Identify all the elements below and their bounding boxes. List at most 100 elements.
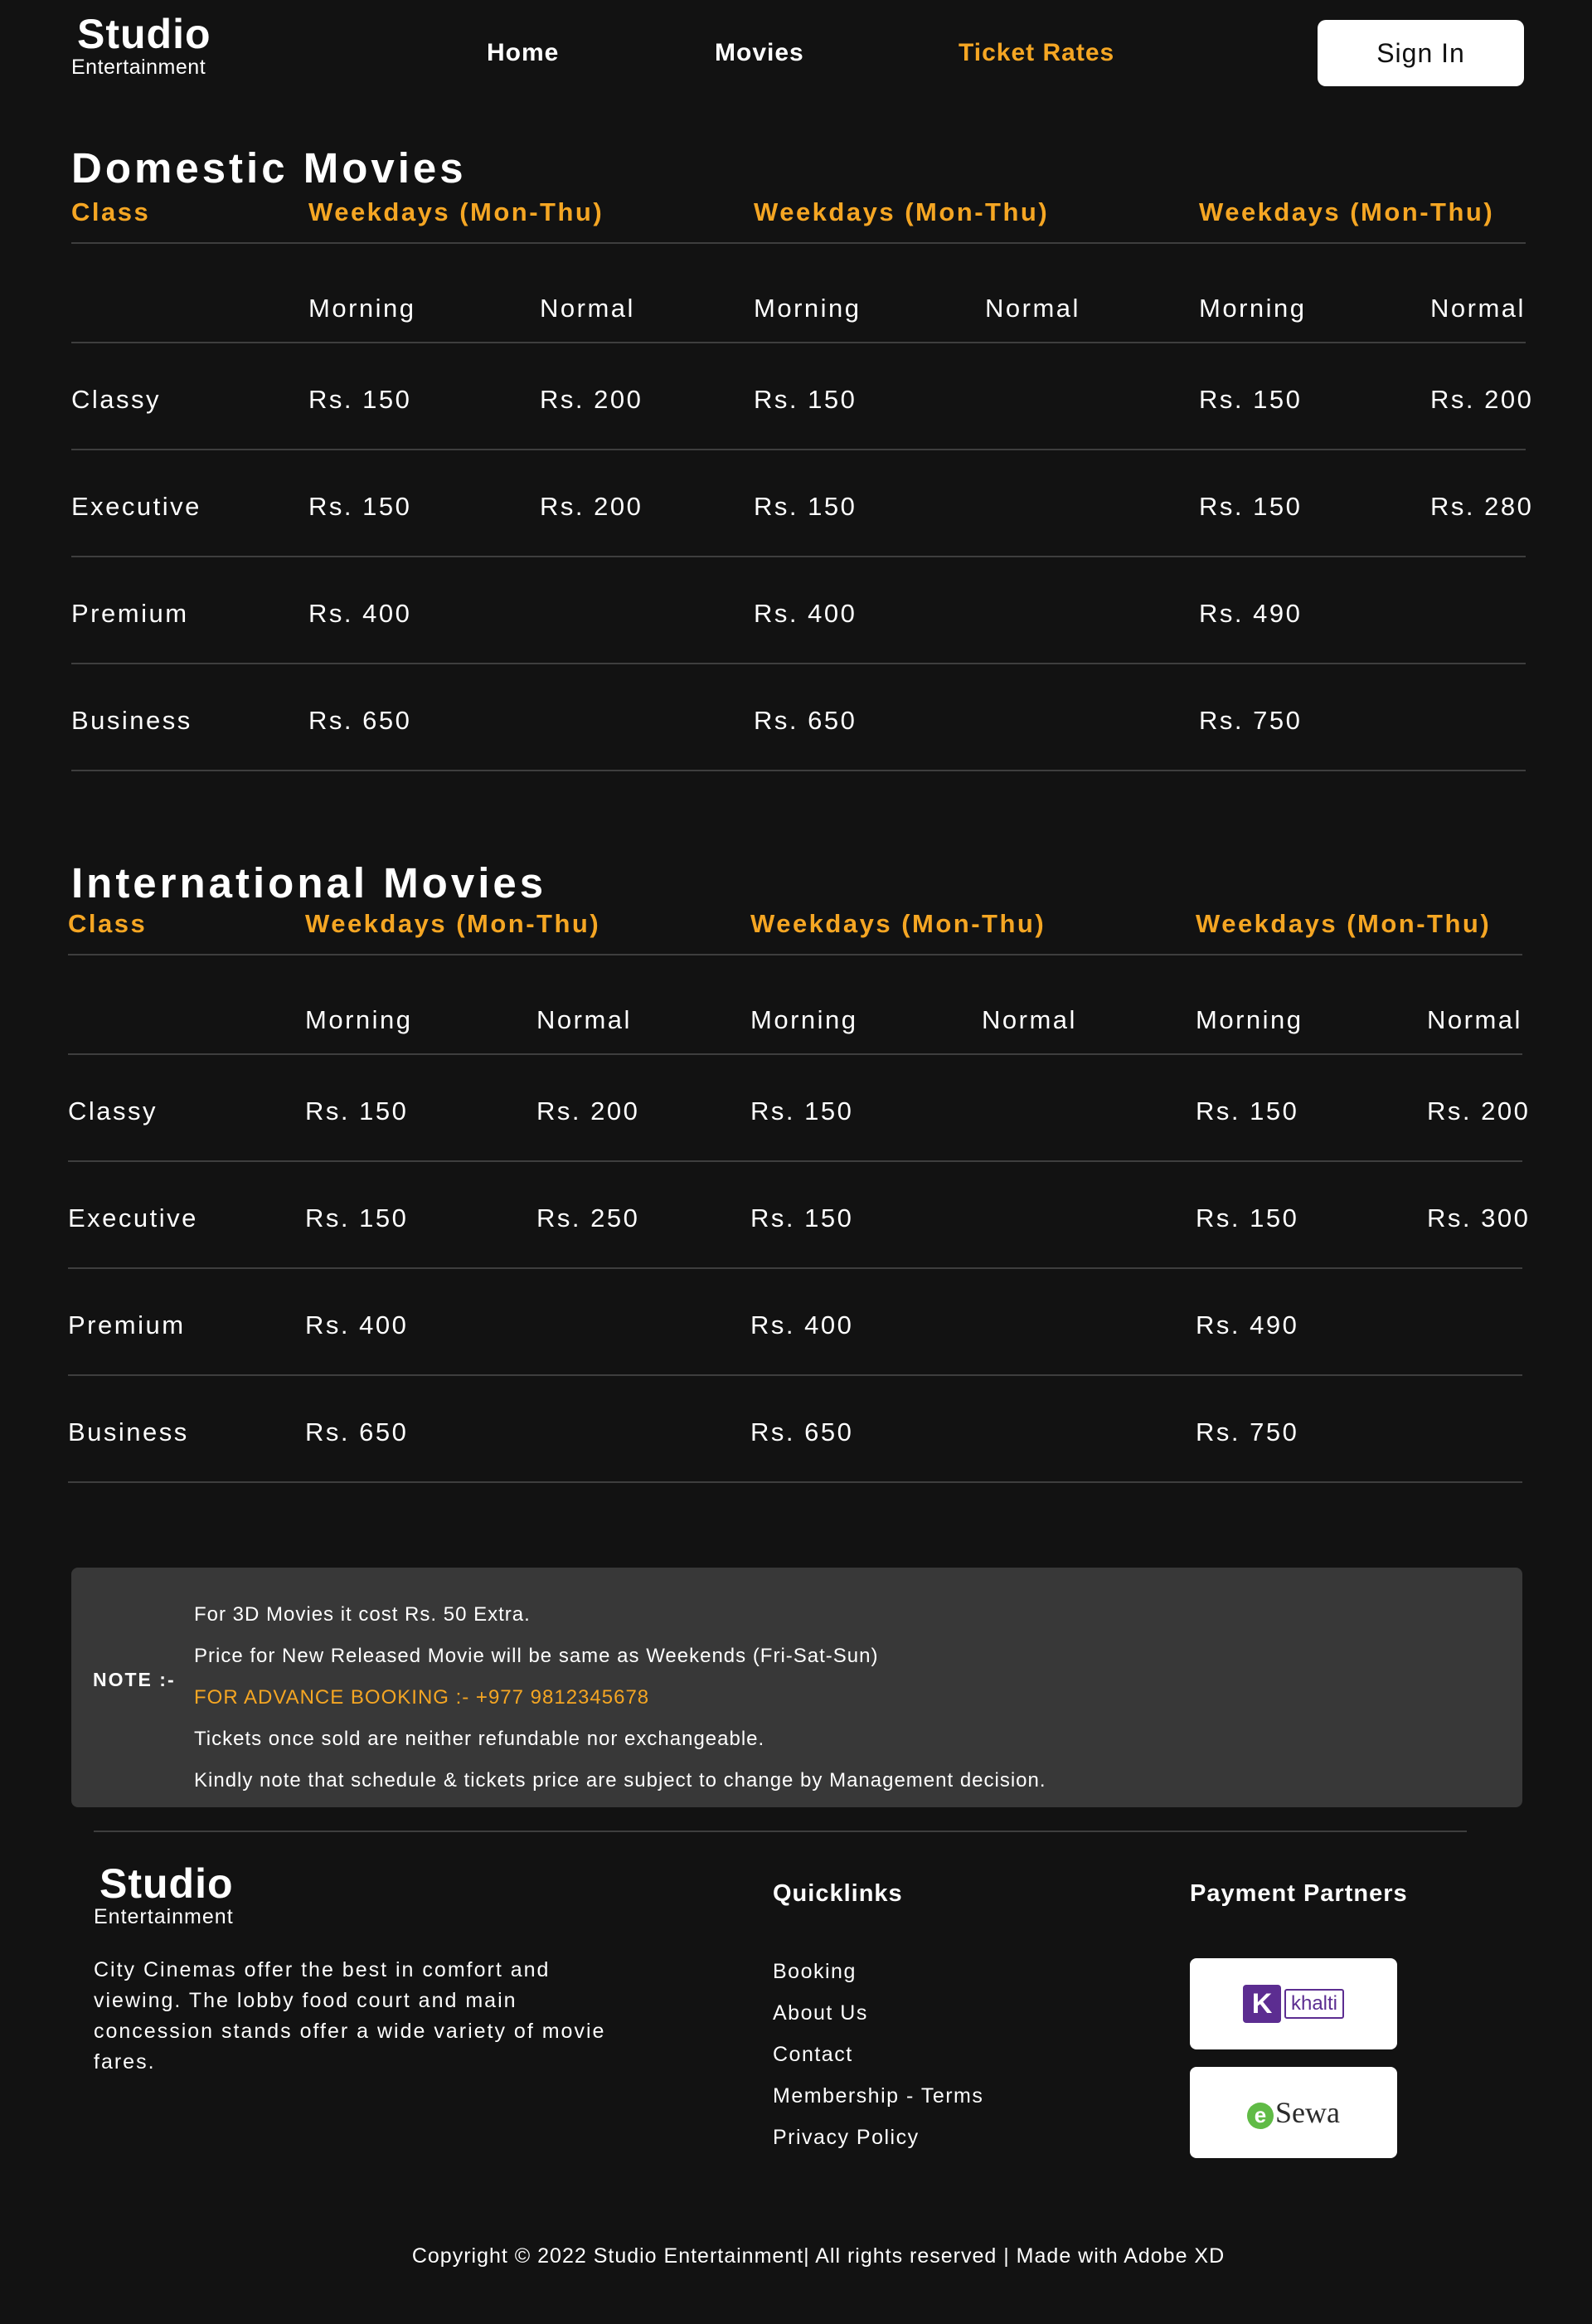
- price-cell: Rs. 150: [1196, 1096, 1299, 1126]
- note-line: Kindly note that schedule & tickets pric…: [194, 1769, 1046, 1792]
- price-cell: Rs. 150: [1199, 492, 1303, 521]
- khalti-partner-card[interactable]: K khalti: [1190, 1958, 1397, 2049]
- class-name: Business: [68, 1417, 189, 1446]
- subheader-morning: Morning: [1196, 1005, 1303, 1034]
- rates-table: Class Weekdays (Mon-Thu) Weekdays (Mon-T…: [71, 197, 1531, 771]
- table-row: Classy Rs. 150 Rs. 200 Rs. 150 Rs. 150 R…: [71, 343, 1531, 450]
- price-cell: Rs. 280: [1430, 492, 1534, 521]
- table-subheader-row: Morning Normal Morning Normal Morning No…: [68, 955, 1522, 1055]
- table-row: Business Rs. 650 Rs. 650 Rs. 750: [68, 1376, 1522, 1483]
- price-cell: Rs. 650: [308, 706, 412, 735]
- table-header-row: Class Weekdays (Mon-Thu) Weekdays (Mon-T…: [71, 197, 1526, 244]
- quicklink-privacy-policy[interactable]: Privacy Policy: [773, 2117, 983, 2158]
- domestic-rates-section: Domestic Movies Class Weekdays (Mon-Thu)…: [71, 139, 1531, 771]
- column-header-class: Class: [71, 197, 151, 226]
- footer-logo[interactable]: Studio Entertainment: [94, 1861, 234, 1928]
- column-header: Weekdays (Mon-Thu): [1196, 909, 1492, 938]
- subheader-morning: Morning: [1199, 294, 1307, 323]
- footer-divider: [94, 1831, 1467, 1832]
- price-cell: Rs. 250: [536, 1203, 640, 1232]
- class-name: Premium: [68, 1310, 186, 1339]
- khalti-mark: K: [1242, 1985, 1281, 2023]
- class-name: Executive: [68, 1203, 198, 1232]
- class-name: Classy: [71, 385, 162, 414]
- subheader-morning: Morning: [308, 294, 416, 323]
- note-line: Price for New Released Movie will be sam…: [194, 1645, 879, 1667]
- nav-home[interactable]: Home: [487, 36, 559, 70]
- subheader-normal: Normal: [1427, 1005, 1522, 1034]
- price-cell: Rs. 400: [308, 599, 412, 628]
- class-name: Classy: [68, 1096, 158, 1126]
- header-logo[interactable]: Studio Entertainment: [71, 12, 211, 78]
- price-cell: Rs. 490: [1196, 1310, 1299, 1339]
- advance-booking-line: FOR ADVANCE BOOKING :- +977 9812345678: [194, 1686, 650, 1709]
- price-cell: Rs. 150: [750, 1203, 854, 1232]
- price-cell: Rs. 650: [305, 1417, 409, 1446]
- note-list: For 3D Movies it cost Rs. 50 Extra. Pric…: [194, 1594, 1046, 1801]
- esewa-mark: e: [1247, 2102, 1274, 2129]
- price-cell: Rs. 150: [308, 385, 412, 414]
- footer-about-text: City Cinemas offer the best in comfort a…: [94, 1958, 606, 2074]
- copyright-text: Copyright © 2022 Studio Entertainment| A…: [411, 2244, 1226, 2268]
- price-cell: Rs. 400: [305, 1310, 409, 1339]
- subheader-morning: Morning: [305, 1005, 413, 1034]
- sign-in-button[interactable]: Sign In: [1318, 20, 1524, 86]
- column-header: Weekdays (Mon-Thu): [750, 909, 1046, 938]
- note-box: NOTE :- For 3D Movies it cost Rs. 50 Ext…: [71, 1568, 1522, 1807]
- table-row: Premium Rs. 400 Rs. 400 Rs. 490: [71, 557, 1526, 664]
- price-cell: Rs. 300: [1427, 1203, 1531, 1232]
- quicklink-contact[interactable]: Contact: [773, 2034, 983, 2075]
- price-cell: Rs. 150: [754, 492, 857, 521]
- price-cell: Rs. 150: [1199, 385, 1303, 414]
- esewa-wordmark: Sewa: [1275, 2096, 1340, 2129]
- price-cell: Rs. 200: [1430, 385, 1534, 414]
- khalti-logo-icon: K khalti: [1242, 1985, 1345, 2023]
- price-cell: Rs. 400: [750, 1310, 854, 1339]
- quicklink-booking[interactable]: Booking: [773, 1951, 983, 1992]
- price-cell: Rs. 150: [1196, 1203, 1299, 1232]
- nav-ticket-rates[interactable]: Ticket Rates: [959, 36, 1114, 70]
- rates-table: Class Weekdays (Mon-Thu) Weekdays (Mon-T…: [68, 909, 1528, 1483]
- subheader-normal: Normal: [985, 294, 1080, 323]
- column-header: Weekdays (Mon-Thu): [754, 197, 1050, 226]
- section-title: International Movies: [71, 859, 547, 907]
- table-subheader-row: Morning Normal Morning Normal Morning No…: [71, 244, 1526, 343]
- price-cell: Rs. 150: [305, 1203, 409, 1232]
- esewa-logo-icon: e Sewa: [1247, 2095, 1340, 2130]
- section-title: Domestic Movies: [71, 144, 467, 192]
- price-cell: Rs. 200: [1427, 1096, 1531, 1126]
- subheader-normal: Normal: [982, 1005, 1077, 1034]
- logo-subtitle: Entertainment: [71, 56, 206, 79]
- class-name: Executive: [71, 492, 201, 521]
- nav-movies[interactable]: Movies: [715, 36, 804, 70]
- note-label: NOTE :-: [93, 1669, 176, 1690]
- table-header-row: Class Weekdays (Mon-Thu) Weekdays (Mon-T…: [68, 909, 1522, 955]
- table-row: Business Rs. 650 Rs. 650 Rs. 750: [71, 664, 1526, 771]
- price-cell: Rs. 650: [750, 1417, 854, 1446]
- payment-partners-heading: Payment Partners: [1190, 1880, 1408, 1907]
- subheader-normal: Normal: [536, 1005, 632, 1034]
- subheader-morning: Morning: [750, 1005, 858, 1034]
- table-row: Executive Rs. 150 Rs. 250 Rs. 150 Rs. 15…: [68, 1162, 1528, 1269]
- esewa-partner-card[interactable]: e Sewa: [1190, 2067, 1397, 2158]
- price-cell: Rs. 150: [750, 1096, 854, 1126]
- subheader-normal: Normal: [540, 294, 635, 323]
- quicklink-about-us[interactable]: About Us: [773, 1992, 983, 2034]
- column-header: Weekdays (Mon-Thu): [1199, 197, 1495, 226]
- footer-logo-subtitle: Entertainment: [94, 1905, 234, 1928]
- note-line: For 3D Movies it cost Rs. 50 Extra.: [194, 1603, 531, 1626]
- price-cell: Rs. 150: [754, 385, 857, 414]
- khalti-wordmark: khalti: [1284, 1989, 1345, 2019]
- quicklinks-list: Booking About Us Contact Membership - Te…: [773, 1951, 983, 2158]
- price-cell: Rs. 150: [308, 492, 412, 521]
- column-header: Weekdays (Mon-Thu): [305, 909, 601, 938]
- price-cell: Rs. 200: [536, 1096, 640, 1126]
- quicklink-membership-terms[interactable]: Membership - Terms: [773, 2075, 983, 2117]
- price-cell: Rs. 750: [1199, 706, 1303, 735]
- column-header: Weekdays (Mon-Thu): [308, 197, 604, 226]
- site-header: Studio Entertainment Home Movies Ticket …: [0, 0, 1592, 106]
- logo-title: Studio: [77, 11, 211, 57]
- price-cell: Rs. 750: [1196, 1417, 1299, 1446]
- column-header-class: Class: [68, 909, 148, 938]
- price-cell: Rs. 150: [305, 1096, 409, 1126]
